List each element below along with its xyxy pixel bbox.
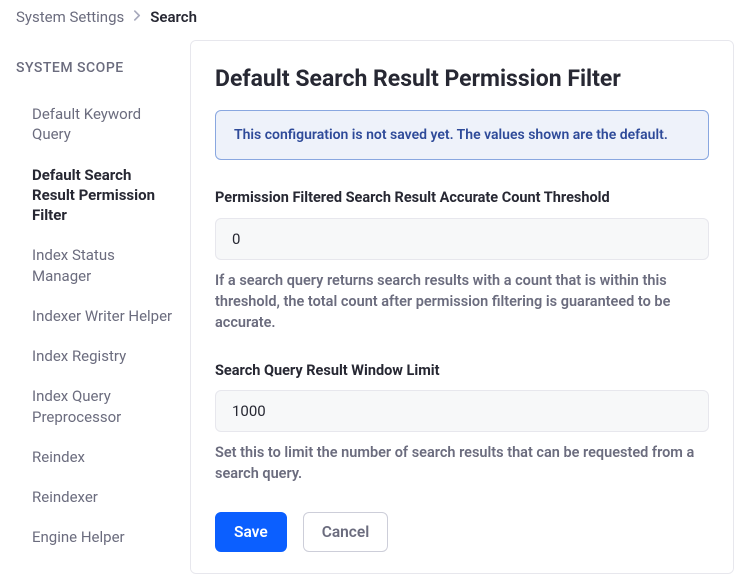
settings-card: Default Search Result Permission Filter …: [190, 40, 734, 574]
field-window-limit-input[interactable]: [215, 390, 709, 432]
sidebar-list: Default Keyword Query Default Search Res…: [16, 94, 174, 558]
sidebar-heading: SYSTEM SCOPE: [16, 60, 174, 76]
sidebar-item-reindex[interactable]: Reindex: [16, 437, 174, 477]
button-row: Save Cancel: [215, 512, 709, 552]
field-threshold-label: Permission Filtered Search Result Accura…: [215, 188, 709, 208]
field-threshold: Permission Filtered Search Result Accura…: [215, 188, 709, 333]
field-window-limit-help: Set this to limit the number of search r…: [215, 442, 709, 484]
cancel-button[interactable]: Cancel: [303, 512, 389, 552]
chevron-right-icon: [133, 10, 141, 25]
sidebar-item-index-registry[interactable]: Index Registry: [16, 336, 174, 376]
field-window-limit: Search Query Result Window Limit Set thi…: [215, 361, 709, 485]
sidebar-item-reindexer[interactable]: Reindexer: [16, 477, 174, 517]
field-threshold-input[interactable]: [215, 218, 709, 260]
breadcrumb-current: Search: [150, 8, 197, 26]
field-threshold-help: If a search query returns search results…: [215, 270, 709, 333]
breadcrumb: System Settings Search: [0, 0, 742, 40]
field-window-limit-label: Search Query Result Window Limit: [215, 361, 709, 381]
save-button[interactable]: Save: [215, 512, 287, 552]
page-title: Default Search Result Permission Filter: [215, 65, 709, 92]
sidebar-item-engine-helper[interactable]: Engine Helper: [16, 517, 174, 557]
sidebar-item-indexer-writer-helper[interactable]: Indexer Writer Helper: [16, 296, 174, 336]
main-content: Default Search Result Permission Filter …: [190, 40, 742, 574]
sidebar: SYSTEM SCOPE Default Keyword Query Defau…: [0, 40, 190, 574]
breadcrumb-parent[interactable]: System Settings: [16, 8, 124, 26]
sidebar-item-default-keyword-query[interactable]: Default Keyword Query: [16, 94, 174, 155]
sidebar-item-index-query-preprocessor[interactable]: Index Query Preprocessor: [16, 376, 174, 437]
sidebar-item-index-status-manager[interactable]: Index Status Manager: [16, 235, 174, 296]
sidebar-item-default-search-result-permission-filter[interactable]: Default Search Result Permission Filter: [16, 155, 174, 236]
info-alert: This configuration is not saved yet. The…: [215, 110, 709, 160]
